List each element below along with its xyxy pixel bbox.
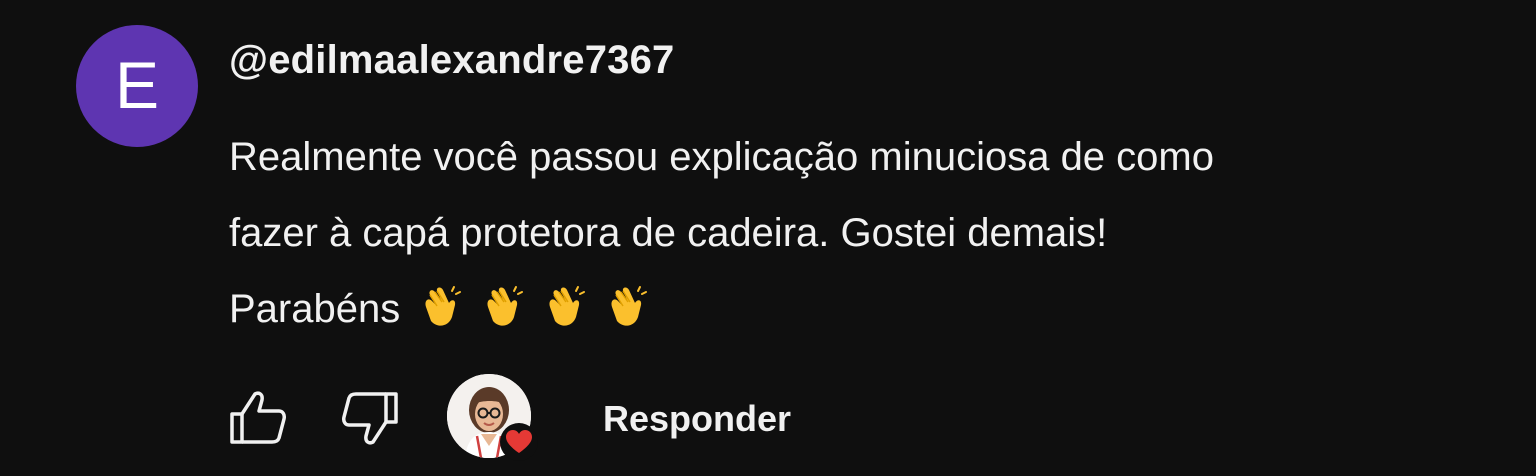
dislike-button[interactable] bbox=[341, 390, 399, 446]
clapping-hands-icon bbox=[425, 286, 462, 327]
comment-line-3: Parabéns bbox=[229, 271, 1479, 347]
clapping-hands-icon bbox=[549, 286, 586, 327]
reply-button[interactable]: Responder bbox=[603, 398, 791, 440]
heart-icon bbox=[500, 423, 538, 461]
author-handle[interactable]: @edilmaalexandre7367 bbox=[229, 38, 674, 83]
comment-line-1: Realmente você passou explicação minucio… bbox=[229, 135, 1214, 179]
creator-heart[interactable] bbox=[447, 374, 539, 466]
thumbs-up-icon bbox=[230, 391, 286, 444]
avatar-letter: E bbox=[114, 48, 160, 122]
author-avatar[interactable]: E bbox=[76, 25, 198, 147]
comment-line-2: fazer à capá protetora de cadeira. Goste… bbox=[229, 211, 1108, 255]
clapping-hands-icon bbox=[611, 286, 648, 327]
comment-line-3-text: Parabéns bbox=[229, 287, 401, 331]
clapping-hands-icon bbox=[487, 286, 524, 327]
comment-actions: Responder bbox=[229, 372, 1029, 462]
comment-thread: E @edilmaalexandre7367 Realmente você pa… bbox=[0, 0, 1536, 476]
thumbs-down-icon bbox=[342, 392, 398, 445]
like-button[interactable] bbox=[229, 390, 287, 446]
comment-text: Realmente você passou explicação minucio… bbox=[229, 119, 1479, 347]
emoji-row bbox=[418, 285, 648, 329]
